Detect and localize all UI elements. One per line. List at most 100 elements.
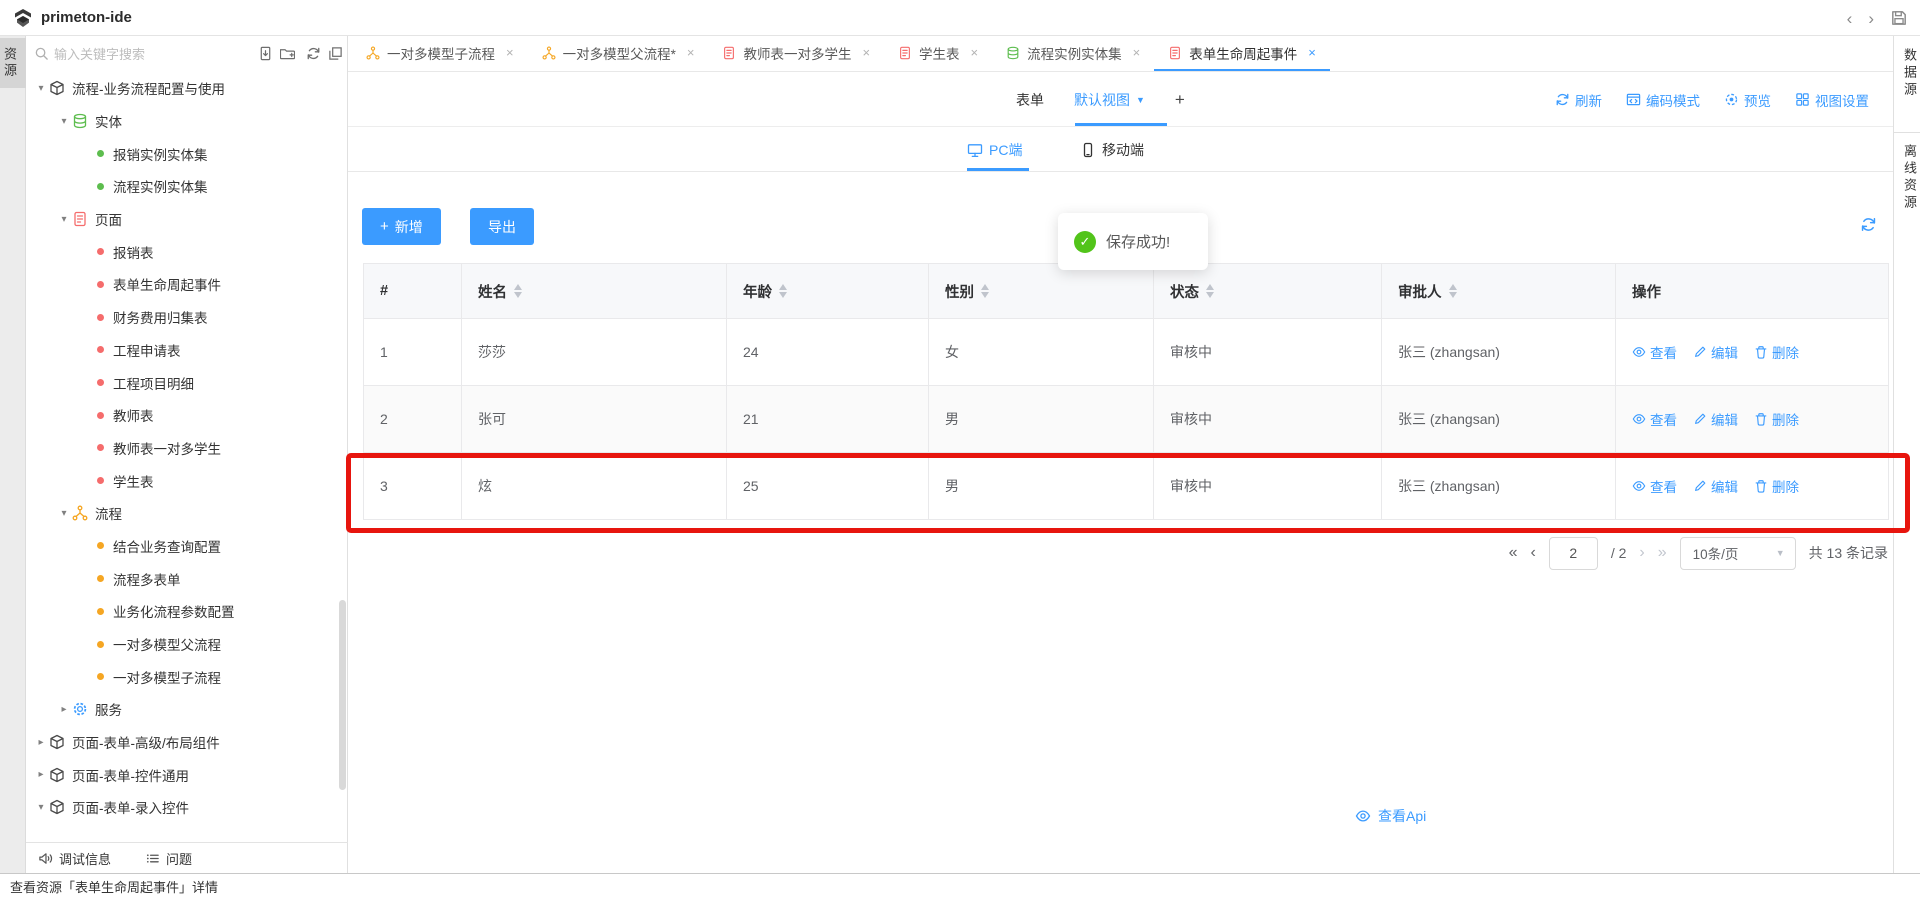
expander-icon[interactable] <box>56 704 72 715</box>
expander-icon[interactable] <box>56 508 72 519</box>
view-link[interactable]: 查看 <box>1632 409 1677 429</box>
edit-link[interactable]: 编辑 <box>1693 409 1738 429</box>
tab-pc-view[interactable]: PC端 <box>967 127 1022 172</box>
column-header-age[interactable]: 年龄 <box>727 264 929 319</box>
tree-item-expense-instance-entity[interactable]: 报销实例实体集 <box>26 137 348 170</box>
export-button[interactable]: 导出 <box>470 208 534 245</box>
tree-item-teacher-form[interactable]: 教师表 <box>26 399 348 432</box>
expander-icon[interactable] <box>33 737 49 748</box>
sidebar-scrollbar-thumb[interactable] <box>339 600 346 790</box>
page-size-select[interactable]: 10条/页▼ <box>1680 537 1796 570</box>
tree-item-process-folder[interactable]: 流程 <box>26 497 348 530</box>
tree-item-service-folder[interactable]: 服务 <box>26 693 348 726</box>
column-header-gender[interactable]: 性别 <box>929 264 1154 319</box>
tab-one-to-many-child-process[interactable]: 一对多模型子流程× <box>352 36 528 71</box>
last-page-icon[interactable]: » <box>1658 544 1667 562</box>
datasource-panel-tab[interactable]: 数据源 <box>1900 48 1919 99</box>
tab-teacher-students-form[interactable]: 教师表一对多学生× <box>708 36 884 71</box>
delete-link[interactable]: 删除 <box>1754 342 1799 362</box>
green-dot-icon <box>97 183 104 190</box>
collapse-all-icon[interactable] <box>328 46 343 61</box>
tree-item-page-form-common-package[interactable]: 页面-表单-控件通用 <box>26 758 348 791</box>
close-icon[interactable]: × <box>1308 45 1316 60</box>
close-icon[interactable]: × <box>506 45 514 60</box>
close-icon[interactable]: × <box>971 45 979 60</box>
tree-item-finance-fee-form[interactable]: 财务费用归集表 <box>26 301 348 334</box>
import-resource-icon[interactable] <box>258 46 273 61</box>
prev-page-icon[interactable]: ‹ <box>1531 544 1536 562</box>
next-page-icon[interactable]: › <box>1639 544 1644 562</box>
debug-info-button[interactable]: 调试信息 <box>38 849 111 868</box>
expander-icon[interactable] <box>33 802 49 813</box>
add-button[interactable]: +新增 <box>362 208 441 245</box>
edit-link[interactable]: 编辑 <box>1693 342 1738 362</box>
save-icon[interactable] <box>1890 9 1908 27</box>
tab-student-form[interactable]: 学生表× <box>884 36 992 71</box>
expander-icon[interactable] <box>33 83 49 94</box>
tab-process-instance-entity[interactable]: 流程实例实体集× <box>992 36 1154 71</box>
form-tab[interactable]: 表单 <box>1016 90 1044 110</box>
refresh-tree-icon[interactable] <box>306 46 321 61</box>
view-link[interactable]: 查看 <box>1632 476 1677 496</box>
tab-mobile-view[interactable]: 移动端 <box>1080 127 1144 172</box>
tree-item-student-form[interactable]: 学生表 <box>26 464 348 497</box>
nav-forward-icon[interactable]: › <box>1868 10 1874 27</box>
column-header-name[interactable]: 姓名 <box>462 264 727 319</box>
column-header-status[interactable]: 状态 <box>1154 264 1382 319</box>
close-icon[interactable]: × <box>862 45 870 60</box>
sort-icon[interactable] <box>1206 284 1214 298</box>
view-api-link[interactable]: 查看Api <box>1355 806 1426 826</box>
tree-item-page-form-input-package[interactable]: 页面-表单-录入控件 <box>26 791 348 824</box>
expander-icon[interactable] <box>56 116 72 127</box>
code-mode-button[interactable]: 编码模式 <box>1626 90 1700 110</box>
active-device-underline <box>967 168 1029 171</box>
first-page-icon[interactable]: « <box>1509 544 1518 562</box>
offline-resources-panel-tab[interactable]: 离线资源 <box>1900 144 1919 212</box>
tab-form-lifecycle-event[interactable]: 表单生命周起事件× <box>1154 36 1330 71</box>
tree-item-entity-folder[interactable]: 实体 <box>26 105 348 138</box>
sort-icon[interactable] <box>514 284 522 298</box>
edit-link[interactable]: 编辑 <box>1693 476 1738 496</box>
tree-item-page-form-advanced-package[interactable]: 页面-表单-高级/布局组件 <box>26 726 348 759</box>
sort-icon[interactable] <box>779 284 787 298</box>
app-title: primeton-ide <box>41 9 132 26</box>
tree-item-business-process-params[interactable]: 业务化流程参数配置 <box>26 595 348 628</box>
refresh-button[interactable]: 刷新 <box>1555 90 1602 110</box>
tab-one-to-many-parent-process[interactable]: 一对多模型父流程*× <box>528 36 709 71</box>
expander-icon[interactable] <box>56 214 72 225</box>
delete-link[interactable]: 删除 <box>1754 409 1799 429</box>
sync-icon[interactable] <box>1860 216 1877 233</box>
view-settings-button[interactable]: 视图设置 <box>1795 90 1869 110</box>
preview-button[interactable]: 预览 <box>1724 90 1771 110</box>
close-icon[interactable]: × <box>1133 45 1141 60</box>
tree-item-expense-form[interactable]: 报销表 <box>26 235 348 268</box>
issues-button[interactable]: 问题 <box>145 849 192 868</box>
tree-item-project-detail-form[interactable]: 工程项目明细 <box>26 366 348 399</box>
resources-panel-tab[interactable]: 资源 <box>0 38 26 88</box>
tree-item-project-apply-form[interactable]: 工程申请表 <box>26 334 348 367</box>
tree-item-teacher-students-form[interactable]: 教师表一对多学生 <box>26 432 348 465</box>
tree-item-form-lifecycle-event[interactable]: 表单生命周起事件 <box>26 268 348 301</box>
close-icon[interactable]: × <box>687 45 695 60</box>
tree-item-one-to-many-child-process[interactable]: 一对多模型子流程 <box>26 660 348 693</box>
column-header-approver[interactable]: 审批人 <box>1382 264 1616 319</box>
default-view-dropdown[interactable]: 默认视图▼ <box>1074 90 1145 110</box>
new-folder-icon[interactable] <box>280 46 295 61</box>
expander-icon[interactable] <box>33 769 49 780</box>
add-view-button[interactable]: + <box>1175 90 1185 110</box>
tree-item-process-config-package[interactable]: 流程-业务流程配置与使用 <box>26 72 348 105</box>
page-number-input[interactable]: 2 <box>1549 537 1598 570</box>
tree-item-process-instance-entity[interactable]: 流程实例实体集 <box>26 170 348 203</box>
cell-index: 3 <box>364 453 462 520</box>
tree-item-process-multi-form[interactable]: 流程多表单 <box>26 562 348 595</box>
delete-link[interactable]: 删除 <box>1754 476 1799 496</box>
tree-item-combined-query-config[interactable]: 结合业务查询配置 <box>26 530 348 563</box>
search-input[interactable] <box>54 47 234 62</box>
tree-item-label: 结合业务查询配置 <box>113 536 221 556</box>
nav-back-icon[interactable]: ‹ <box>1847 10 1853 27</box>
tree-item-page-folder[interactable]: 页面 <box>26 203 348 236</box>
tree-item-one-to-many-parent-process[interactable]: 一对多模型父流程 <box>26 628 348 661</box>
view-link[interactable]: 查看 <box>1632 342 1677 362</box>
sort-icon[interactable] <box>981 284 989 298</box>
sort-icon[interactable] <box>1449 284 1457 298</box>
